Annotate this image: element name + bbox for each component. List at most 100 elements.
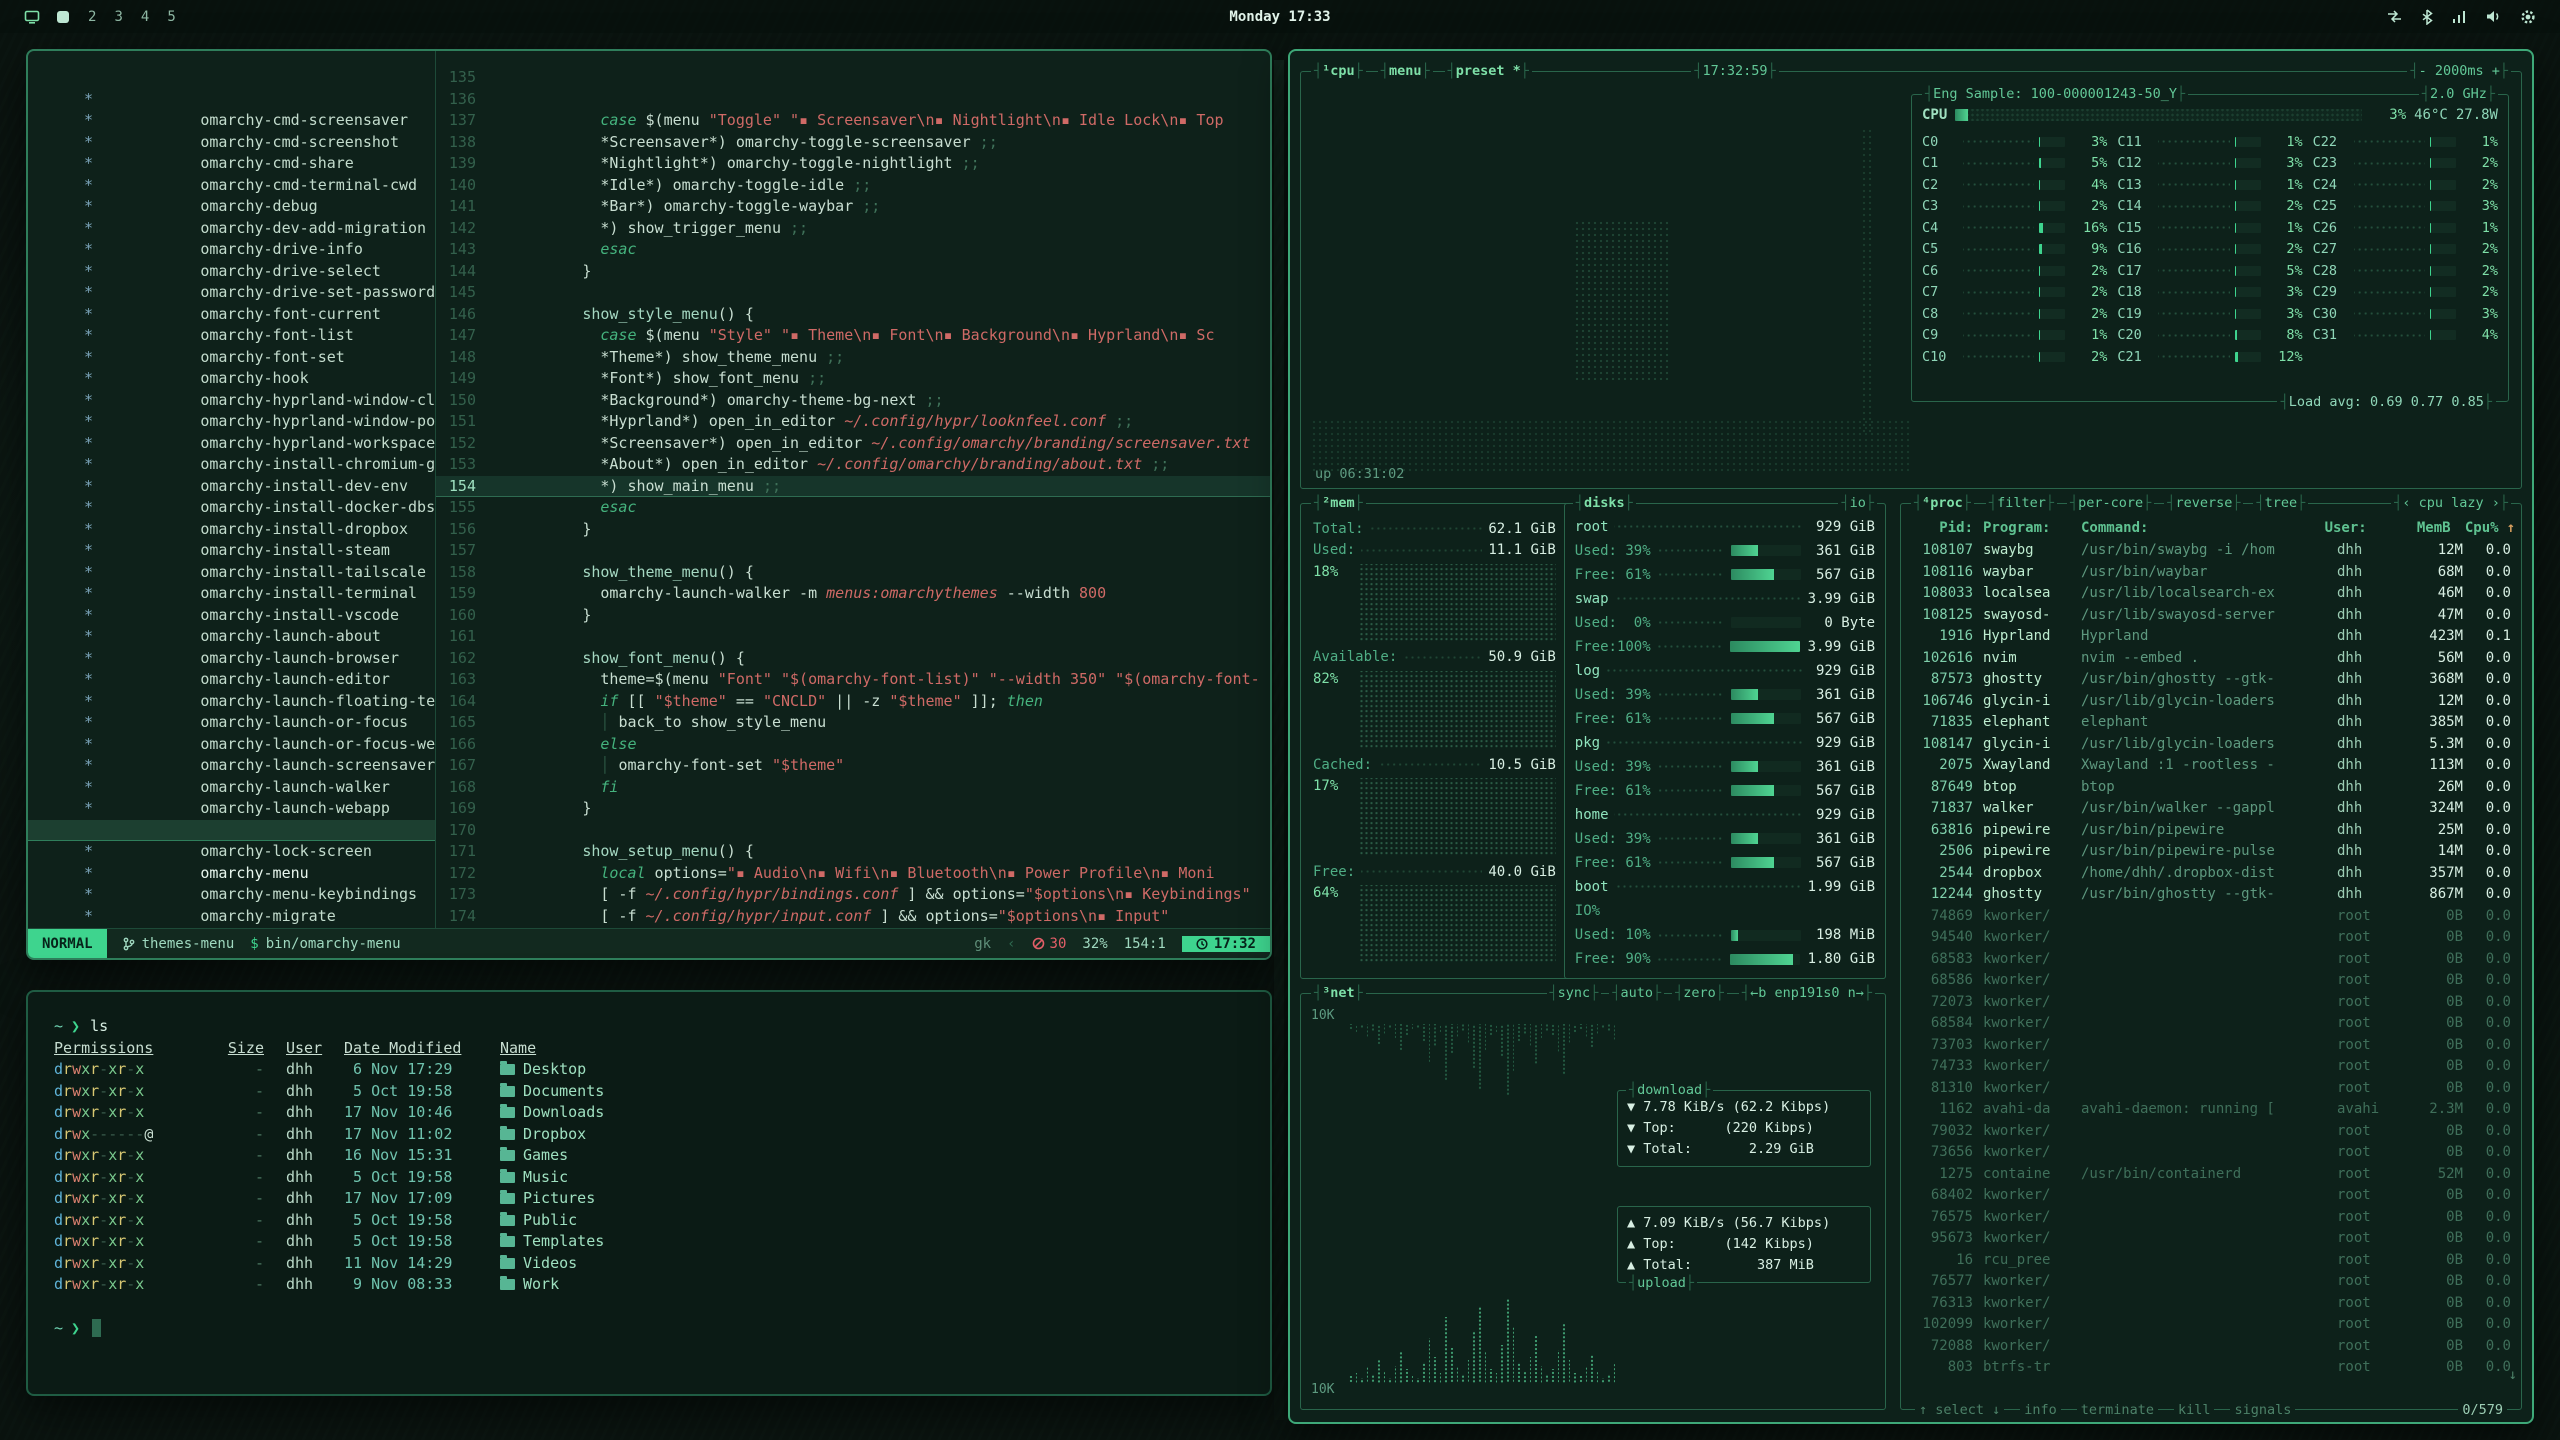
process-row[interactable]: 79032 kworker/ root 0B 0.0	[1909, 1121, 2515, 1143]
file-tree-item[interactable]: * omarchy-cmd-screensaver	[28, 67, 435, 89]
file-tree-item[interactable]: * omarchy-migrate	[28, 863, 435, 885]
header-user[interactable]: User:	[2325, 520, 2391, 536]
process-row[interactable]: 68583 kworker/ root 0B 0.0	[1909, 949, 2515, 971]
process-row[interactable]: 803 btrfs-tr root 0B 0.0	[1909, 1357, 2515, 1379]
file-tree-item[interactable]: * omarchy-install-docker-dbs	[28, 454, 435, 476]
file-tree-item[interactable]: * omarchy-install-dropbox	[28, 476, 435, 498]
cpu-tab[interactable]: menu	[1378, 63, 1433, 79]
net-control[interactable]: sync	[1547, 985, 1602, 1001]
process-row[interactable]: 76577 kworker/ root 0B 0.0	[1909, 1271, 2515, 1293]
file-tree-item[interactable]: * omarchy-font-current	[28, 261, 435, 283]
file-tree-item[interactable]: * omarchy-install-tailscale	[28, 519, 435, 541]
process-row[interactable]: 16 rcu_pree root 0B 0.0	[1909, 1250, 2515, 1272]
process-row[interactable]: 72088 kworker/ root 0B 0.0	[1909, 1336, 2515, 1358]
code-pane[interactable]: 135 case $(menu "Toggle" "▪ Screensaver\…	[436, 51, 1270, 928]
process-row[interactable]: 74733 kworker/ root 0B 0.0	[1909, 1056, 2515, 1078]
scroll-down-icon[interactable]: ↓	[2509, 1367, 2517, 1383]
process-row[interactable]: 2075 Xwayland Xwayland :1 -rootless - dh…	[1909, 755, 2515, 777]
process-row[interactable]: 68584 kworker/ root 0B 0.0	[1909, 1013, 2515, 1035]
file-tree-item[interactable]: * omarchy-hyprland-window-close-all	[28, 347, 435, 369]
process-row[interactable]: 108107 swaybg /usr/bin/swaybg -i /hom dh…	[1909, 540, 2515, 562]
file-tree-item[interactable]: * omarchy-menu	[28, 820, 435, 842]
process-row[interactable]: 2506 pipewire /usr/bin/pipewire-pulse dh…	[1909, 841, 2515, 863]
mem-tab[interactable]: ²mem	[1311, 495, 1366, 511]
process-row[interactable]: 68402 kworker/ root 0B 0.0	[1909, 1185, 2515, 1207]
process-list[interactable]: 108107 swaybg /usr/bin/swaybg -i /hom dh…	[1909, 540, 2515, 1399]
file-tree-item[interactable]: * omarchy-notification-dismiss	[28, 884, 435, 906]
volume-icon[interactable]	[2485, 9, 2502, 24]
net-control[interactable]: zero	[1672, 985, 1727, 1001]
net-interface[interactable]: ←b enp191s0 n→	[1739, 985, 1875, 1001]
file-tree-item[interactable]: * omarchy-menu-keybindings	[28, 841, 435, 863]
file-tree-item[interactable]: * omarchy-launch-about	[28, 583, 435, 605]
proc-footer-action[interactable]: ↑ select ↓	[1915, 1402, 2004, 1418]
file-tree-item[interactable]: * omarchy-launch-or-focus-webapp	[28, 691, 435, 713]
file-tree-item[interactable]: * omarchy-font-set	[28, 304, 435, 326]
file-tree-item[interactable]: * omarchy-launch-wifi	[28, 777, 435, 799]
process-row[interactable]: 94540 kworker/ root 0B 0.0	[1909, 927, 2515, 949]
file-tree-item[interactable]: * omarchy-cmd-terminal-cwd	[28, 132, 435, 154]
file-tree-item[interactable]: * omarchy-launch-walker	[28, 734, 435, 756]
file-tree-item[interactable]: * omarchy-hook	[28, 325, 435, 347]
process-row[interactable]: 74869 kworker/ root 0B 0.0	[1909, 906, 2515, 928]
file-tree-item[interactable]: * omarchy-hyprland-window-pop	[28, 368, 435, 390]
process-row[interactable]: 102099 kworker/ root 0B 0.0	[1909, 1314, 2515, 1336]
header-mem[interactable]: MemB	[2391, 520, 2451, 536]
process-row[interactable]: 76313 kworker/ root 0B 0.0	[1909, 1293, 2515, 1315]
process-row[interactable]: 108125 swayosd- /usr/lib/swayosd-server …	[1909, 605, 2515, 627]
proc-tab[interactable]: ⁴proc	[1911, 495, 1974, 511]
header-command[interactable]: Command:	[2081, 520, 2325, 536]
process-row[interactable]: 95673 kworker/ root 0B 0.0	[1909, 1228, 2515, 1250]
process-row[interactable]: 12244 ghostty /usr/bin/ghostty --gtk- dh…	[1909, 884, 2515, 906]
file-tree-item[interactable]: * omarchy-launch-editor	[28, 626, 435, 648]
file-tree-item[interactable]: * omarchy-drive-set-password	[28, 239, 435, 261]
proc-header[interactable]: Pid: Program: Command: User: MemB Cpu% ↑	[1909, 516, 2515, 540]
io-toggle[interactable]: io	[1838, 495, 1877, 511]
workspace-number[interactable]: 5	[165, 9, 177, 25]
active-workspace-icon[interactable]	[24, 9, 40, 25]
file-tree-item[interactable]: * omarchy-dev-add-migration	[28, 175, 435, 197]
file-tree-item[interactable]: * omarchy-cmd-share	[28, 110, 435, 132]
workspace-number[interactable]: 3	[112, 9, 124, 25]
process-row[interactable]: 1162 avahi-da avahi-daemon: running [ av…	[1909, 1099, 2515, 1121]
file-tree-item[interactable]: * omarchy-launch-browser	[28, 605, 435, 627]
process-row[interactable]: 76575 kworker/ root 0B 0.0	[1909, 1207, 2515, 1229]
process-row[interactable]: 2544 dropbox /home/dhh/.dropbox-dist dhh…	[1909, 863, 2515, 885]
sort-mode[interactable]: ‹ cpu lazy ›	[2391, 495, 2511, 511]
file-tree-item[interactable]: * omarchy-launch-or-focus	[28, 669, 435, 691]
proc-footer-action[interactable]: terminate	[2077, 1402, 2158, 1418]
proc-control[interactable]: filter	[1986, 495, 2057, 511]
focused-app-icon[interactable]	[56, 10, 70, 24]
file-tree-item[interactable]: * omarchy-install-steam	[28, 497, 435, 519]
header-cpu[interactable]: Cpu%	[2451, 520, 2503, 536]
file-tree[interactable]: * omarchy-cmd-screensaver * omarchy-cmd-…	[28, 51, 436, 928]
process-row[interactable]: 72073 kworker/ root 0B 0.0	[1909, 992, 2515, 1014]
file-tree-item[interactable]: * omarchy-pkg-add	[28, 906, 435, 928]
prompt-line-2[interactable]: ~ ❯	[54, 1318, 1270, 1340]
cpu-tab[interactable]: preset *	[1445, 63, 1532, 79]
process-row[interactable]: 71835 elephant elephant dhh 385M 0.0	[1909, 712, 2515, 734]
workspace-number[interactable]: 4	[139, 9, 151, 25]
proc-control[interactable]: reverse	[2164, 495, 2243, 511]
process-row[interactable]: 73656 kworker/ root 0B 0.0	[1909, 1142, 2515, 1164]
process-row[interactable]: 87649 btop btop dhh 26M 0.0	[1909, 777, 2515, 799]
file-tree-item[interactable]: * omarchy-hyprland-workspace-toggle	[28, 390, 435, 412]
signal-bars-icon[interactable]	[2451, 10, 2467, 24]
bluetooth-icon[interactable]	[2421, 9, 2433, 25]
file-tree-item[interactable]: * omarchy-debug	[28, 153, 435, 175]
workspace-number[interactable]: 2	[86, 9, 98, 25]
header-program[interactable]: Program:	[1983, 520, 2081, 536]
sort-arrow-icon[interactable]: ↑	[2503, 520, 2515, 536]
proc-control[interactable]: tree	[2253, 495, 2308, 511]
cpu-tab[interactable]: ¹cpu	[1311, 63, 1366, 79]
proc-control[interactable]: per-core	[2067, 495, 2154, 511]
proc-footer-action[interactable]: signals	[2230, 1402, 2295, 1418]
process-row[interactable]: 108116 waybar /usr/bin/waybar dhh 68M 0.…	[1909, 562, 2515, 584]
proc-footer-action[interactable]: kill	[2174, 1402, 2215, 1418]
process-row[interactable]: 1916 Hyprland Hyprland dhh 423M 0.1	[1909, 626, 2515, 648]
process-row[interactable]: 81310 kworker/ root 0B 0.0	[1909, 1078, 2515, 1100]
gear-icon[interactable]	[2520, 9, 2536, 25]
refresh-interval[interactable]: - 2000ms +	[2407, 63, 2511, 79]
net-control[interactable]: auto	[1609, 985, 1664, 1001]
process-row[interactable]: 108033 localsea /usr/lib/localsearch-ex …	[1909, 583, 2515, 605]
